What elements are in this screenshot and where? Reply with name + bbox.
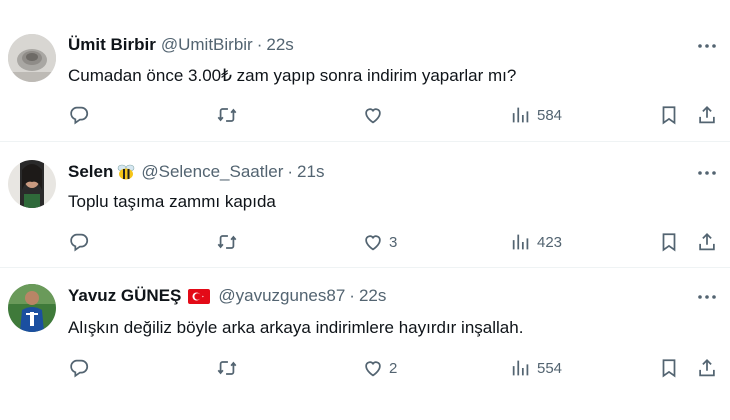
tweet-text: Cumadan önce 3.00₺ zam yapıp sonra indir…: [68, 66, 517, 85]
reply-icon: [70, 233, 89, 252]
share-icon: [699, 358, 715, 377]
tweet-header: Ümit Birbir @UmitBirbir · 22s: [68, 34, 294, 56]
views-chart-icon: [512, 360, 529, 376]
like-count: 2: [389, 359, 398, 377]
action-bar: 584: [0, 103, 730, 127]
view-count: 554: [537, 359, 563, 377]
separator: ·: [256, 35, 263, 54]
bookmark-icon: [662, 359, 676, 378]
more-dots-icon[interactable]: [694, 164, 720, 182]
user-handle[interactable]: @UmitBirbir: [161, 35, 253, 55]
bookmark-icon: [662, 106, 676, 125]
avatar[interactable]: [8, 284, 56, 332]
like-button[interactable]: [362, 103, 389, 127]
tweet-text: Toplu taşıma zammı kapıda: [68, 192, 276, 211]
more-dots-icon[interactable]: [694, 37, 720, 55]
view-count: 423: [537, 233, 563, 251]
retweet-button[interactable]: [216, 356, 238, 380]
avatar[interactable]: [8, 34, 56, 82]
tweet[interactable]: Ümit Birbir @UmitBirbir · 22s Cumadan ön…: [0, 0, 730, 142]
display-name[interactable]: Ümit Birbir: [68, 35, 156, 55]
tweet[interactable]: Yavuz GÜNEŞ @yavuzgunes87 · 22s Alışkın …: [0, 268, 730, 420]
timeline-feed: Ümit Birbir @UmitBirbir · 22s Cumadan ön…: [0, 0, 730, 420]
bookmark-button[interactable]: [658, 103, 680, 127]
user-handle[interactable]: @yavuzgunes87: [218, 286, 345, 306]
heart-icon: [365, 361, 381, 377]
like-count: 3: [389, 233, 398, 251]
reply-button[interactable]: [68, 356, 90, 380]
views-button[interactable]: 584: [510, 103, 562, 127]
share-button[interactable]: [696, 103, 718, 127]
tweet-text: Alışkın değiliz böyle arka arkaya indiri…: [68, 318, 524, 337]
views-chart-icon: [512, 234, 529, 250]
separator: ·: [287, 162, 294, 181]
turkey-flag-icon: [188, 288, 211, 304]
retweet-button[interactable]: [216, 230, 238, 254]
retweet-icon: [217, 361, 237, 375]
more-dots-icon[interactable]: [694, 288, 720, 306]
action-bar: 2 554: [0, 356, 730, 380]
user-handle[interactable]: @Selence_Saatler: [141, 162, 283, 182]
tweet-header: Yavuz GÜNEŞ @yavuzgunes87 · 22s: [68, 285, 386, 307]
bookmark-button[interactable]: [658, 230, 680, 254]
reply-button[interactable]: [68, 103, 90, 127]
bee-emoji-icon: [116, 163, 136, 181]
timestamp[interactable]: 21s: [297, 162, 324, 182]
tweet[interactable]: Selen @Selence_Saatler · 21s Toplu taşım…: [0, 142, 730, 268]
tweet-header: Selen @Selence_Saatler · 21s: [68, 161, 324, 183]
bookmark-button[interactable]: [658, 356, 680, 380]
views-button[interactable]: 554: [510, 356, 562, 380]
retweet-icon: [217, 108, 237, 122]
heart-icon: [365, 108, 381, 124]
like-button[interactable]: 2: [362, 356, 397, 380]
like-button[interactable]: 3: [362, 230, 397, 254]
reply-icon: [70, 359, 89, 378]
views-button[interactable]: 423: [510, 230, 562, 254]
share-icon: [699, 105, 715, 124]
avatar[interactable]: [8, 160, 56, 208]
retweet-button[interactable]: [216, 103, 238, 127]
bookmark-icon: [662, 233, 676, 252]
heart-icon: [365, 235, 381, 251]
share-button[interactable]: [696, 356, 718, 380]
retweet-icon: [217, 235, 237, 249]
share-icon: [699, 232, 715, 251]
separator: ·: [349, 286, 355, 305]
views-chart-icon: [512, 107, 529, 123]
reply-icon: [70, 106, 89, 125]
share-button[interactable]: [696, 230, 718, 254]
display-name[interactable]: Yavuz GÜNEŞ: [68, 286, 181, 306]
action-bar: 3 423: [0, 230, 730, 254]
view-count: 584: [537, 106, 563, 124]
timestamp[interactable]: 22s: [359, 286, 386, 306]
reply-button[interactable]: [68, 230, 90, 254]
display-name[interactable]: Selen: [68, 162, 113, 182]
timestamp[interactable]: 22s: [266, 35, 293, 55]
